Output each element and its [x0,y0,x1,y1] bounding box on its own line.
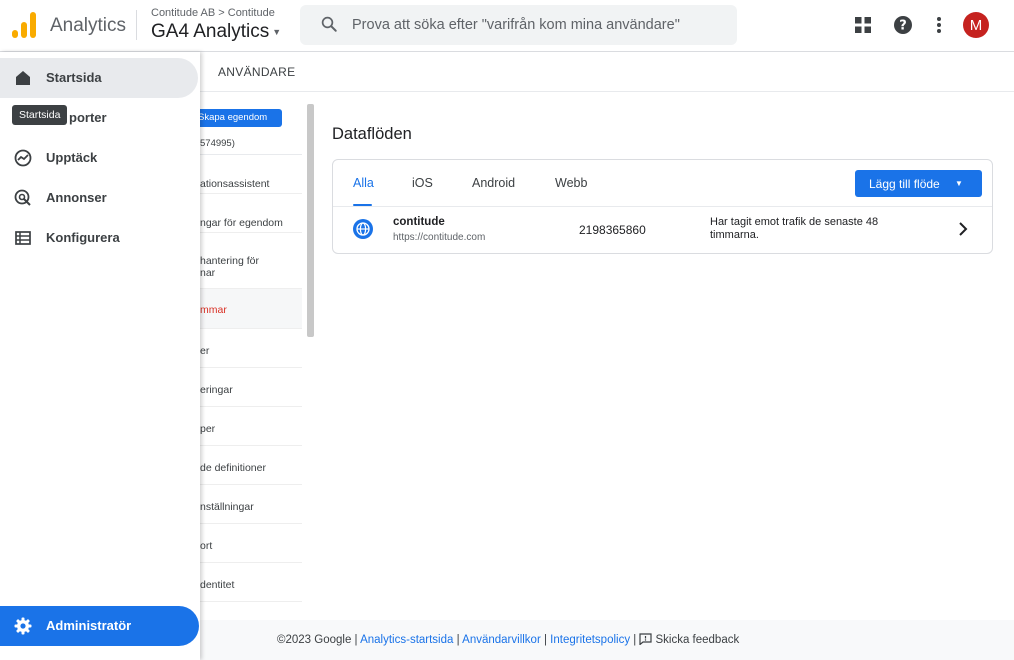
nav-label-configure: Konfigurera [46,230,120,245]
stream-status: Har tagit emot trafik de senaste 48 timm… [710,216,879,241]
search-box[interactable] [300,5,737,45]
chevron-right-icon[interactable] [956,221,970,237]
reporting-identity-item[interactable]: dentitet [200,563,302,602]
explore-icon [14,149,32,167]
nav-label-explore: Upptäck [46,150,98,165]
create-property-button[interactable]: Skapa egendom [200,109,282,127]
account-avatar[interactable]: M [963,12,989,38]
page-title: Dataflöden [332,125,412,143]
more-vert-icon[interactable] [928,14,950,36]
footer-copyright: ©2023 Google [277,634,352,646]
column-scrollbar[interactable] [307,104,314,337]
tooltip-home: Startsida [12,105,68,125]
caret-down-icon: ▼ [272,26,282,37]
access-management-line1: hantering för [200,255,259,267]
events-item[interactable]: er [200,329,302,368]
page-footer: ©2023 Google | Analytics-startsida | Anv… [200,620,1014,660]
data-import-item[interactable]: ort [200,524,302,563]
admin-tab-bar: ANVÄNDARE [200,52,1014,92]
property-name: GA4 Analytics [151,21,270,42]
nav-item-home[interactable]: Startsida [0,58,198,98]
send-feedback-link[interactable]: Skicka feedback [639,633,740,646]
nav-item-advertising[interactable]: Annonser [0,178,198,218]
add-stream-button[interactable]: Lägg till flöde ▼ [855,170,982,197]
tab-ios[interactable]: iOS [412,176,433,190]
advertising-icon [14,189,31,206]
access-management-item[interactable]: hantering för nar [200,233,302,289]
top-header: Analytics Contitude AB > Contitude GA4 A… [0,0,1014,52]
help-icon[interactable]: ? [892,14,914,36]
setup-assistant-item[interactable]: ationsassistent [200,155,302,194]
nav-item-configure[interactable]: Konfigurera [0,218,198,258]
svg-text:?: ? [899,19,907,34]
apps-grid-icon[interactable] [852,14,874,36]
dropdown-arrow-icon: ▼ [955,179,963,188]
feedback-icon [639,633,653,646]
home-icon [16,71,30,85]
conversions-item[interactable]: eringar [200,368,302,407]
property-id: 574995) [200,138,235,149]
nav-item-admin[interactable]: Administratör [0,606,199,646]
nav-label-admin: Administratör [46,618,132,633]
audiences-item[interactable]: per [200,407,302,446]
nav-item-explore[interactable]: Upptäck [0,138,198,178]
data-streams-item[interactable]: mmar [200,289,302,329]
footer-sep: | [351,634,361,646]
feedback-label: Skicka feedback [655,634,740,646]
footer-links: ©2023 Google | Analytics-startsida | Anv… [277,633,739,646]
nav-label-advertising: Annonser [46,190,107,205]
search-icon [321,16,337,32]
property-settings-column: Skapa egendom 574995) ationsassistent ng… [200,92,315,620]
nav-label-reports: porter [69,110,107,125]
data-settings-item[interactable]: nställningar [200,485,302,524]
account-breadcrumb: Contitude AB > Contitude [151,7,275,19]
footer-link-terms[interactable]: Användarvillkor [462,634,541,646]
tab-android[interactable]: Android [472,176,515,190]
footer-sep: | [453,634,463,646]
tab-all[interactable]: Alla [353,176,374,190]
footer-link-analytics-home[interactable]: Analytics-startsida [360,634,453,646]
analytics-logo-icon[interactable] [12,12,36,38]
gear-icon [14,617,32,635]
footer-link-privacy[interactable]: Integritetspolicy [550,634,630,646]
stream-id: 2198365860 [579,223,646,237]
users-tab[interactable]: ANVÄNDARE [218,65,295,79]
app-brand: Analytics [50,15,127,36]
header-divider [136,10,137,40]
search-input[interactable] [352,5,727,45]
custom-definitions-item[interactable]: de definitioner [200,446,302,485]
property-selector[interactable]: GA4 Analytics ▼ [151,21,281,43]
stream-url: https://contitude.com [393,232,486,243]
property-settings-item[interactable]: ngar för egendom [200,194,302,233]
nav-label-home: Startsida [46,70,102,85]
left-nav-drawer: Startsida porter Upptäck Annonser Konfig… [0,52,200,660]
access-management-line2: nar [200,267,216,279]
footer-sep: | [540,634,551,646]
add-stream-label: Lägg till flöde [869,176,940,191]
data-streams-card: Alla iOS Android Webb Lägg till flöde ▼ c… [332,159,993,254]
configure-icon [15,231,31,245]
web-globe-icon [353,219,373,239]
tab-web[interactable]: Webb [555,176,587,190]
stream-row[interactable]: contitude https://contitude.com 21983658… [333,207,992,253]
stream-name: contitude [393,216,445,228]
